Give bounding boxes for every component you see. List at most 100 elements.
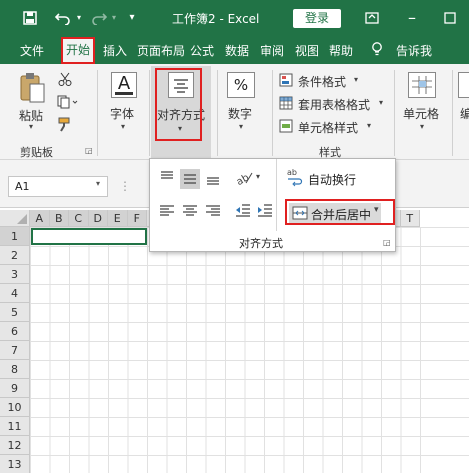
- row-header-1[interactable]: 1: [0, 227, 30, 246]
- row-header-10[interactable]: 10: [0, 398, 30, 417]
- login-button[interactable]: 登录: [293, 9, 341, 28]
- font-button[interactable]: A 字体 ▾: [106, 70, 142, 140]
- tab-page-layout[interactable]: 页面布局: [137, 42, 185, 59]
- alignment-highlight: [155, 68, 202, 141]
- alignment-panel-title: 对齐方式: [239, 237, 283, 250]
- wrap-text-button[interactable]: ab 自动换行: [286, 167, 376, 189]
- row-header-11[interactable]: 11: [0, 417, 30, 436]
- tab-insert[interactable]: 插入: [103, 42, 127, 59]
- wrap-text-label: 自动换行: [308, 173, 357, 187]
- format-as-table-label: 套用表格格式: [298, 98, 371, 112]
- paste-button[interactable]: 粘贴 ▾: [15, 72, 49, 131]
- column-header-f[interactable]: F: [127, 210, 147, 227]
- editing-label-partial: 编: [460, 107, 469, 121]
- column-header-e[interactable]: E: [108, 210, 128, 227]
- name-box[interactable]: A1: [8, 176, 108, 197]
- middle-align-icon[interactable]: [180, 169, 200, 189]
- editing-icon[interactable]: [458, 72, 469, 98]
- tab-view[interactable]: 视图: [295, 42, 319, 59]
- row-header-2[interactable]: 2: [0, 246, 30, 265]
- row-header-6[interactable]: 6: [0, 322, 30, 341]
- tell-me-search[interactable]: 告诉我: [396, 42, 432, 59]
- cells-label: 单元格: [403, 107, 440, 121]
- selected-range-a1[interactable]: [31, 228, 147, 245]
- number-label: 数字: [228, 107, 253, 121]
- tab-file[interactable]: 文件: [20, 42, 44, 59]
- maximize-icon[interactable]: [440, 8, 460, 28]
- cell-styles-icon: [279, 119, 293, 133]
- redo-dropdown-icon[interactable]: ▾: [109, 8, 119, 28]
- table-icon: [279, 96, 293, 110]
- row-header-9[interactable]: 9: [0, 379, 30, 398]
- bottom-align-icon[interactable]: [204, 169, 222, 187]
- ribbon-display-options-icon[interactable]: [362, 8, 382, 28]
- conditional-formatting-label: 条件格式: [298, 75, 347, 89]
- align-right-icon[interactable]: [204, 201, 222, 219]
- align-left-icon[interactable]: [158, 201, 176, 219]
- row-header-7[interactable]: 7: [0, 341, 30, 360]
- window-title: 工作簿2 - Excel: [172, 12, 260, 26]
- format-painter-icon[interactable]: [57, 117, 73, 136]
- row-header-8[interactable]: 8: [0, 360, 30, 379]
- tab-data[interactable]: 数据: [225, 42, 249, 59]
- copy-icon[interactable]: [57, 95, 79, 112]
- name-box-dropdown-icon[interactable]: ▾: [96, 179, 100, 188]
- format-as-table-button[interactable]: 套用表格格式 ▾: [279, 95, 389, 113]
- clipboard-launcher-icon[interactable]: ◲: [85, 146, 93, 155]
- cells-dropdown-icon: ▾: [420, 122, 425, 131]
- orientation-button[interactable]: ab ▾: [234, 169, 264, 188]
- align-center-horizontal-icon[interactable]: [181, 201, 199, 219]
- cells-button[interactable]: 单元格 ▾: [400, 70, 446, 140]
- tab-review[interactable]: 审阅: [260, 42, 284, 59]
- ribbon: 粘贴 ▾ 剪贴板 ◲ A 字体 ▾ 对齐方式 ▾ % 数字 ▾ 条件格式 ▾ 套…: [0, 64, 469, 160]
- conditional-formatting-icon: [279, 73, 293, 87]
- tab-formulas[interactable]: 公式: [190, 42, 214, 59]
- ribbon-tab-bar: 文件 开始 插入 页面布局 公式 数据 审阅 视图 帮助 告诉我: [0, 36, 469, 64]
- column-header-t[interactable]: T: [400, 210, 420, 227]
- number-format-button[interactable]: % 数字 ▾: [222, 70, 262, 140]
- row-header-12[interactable]: 12: [0, 436, 30, 455]
- tab-home[interactable]: 开始: [61, 37, 95, 64]
- row-header-5[interactable]: 5: [0, 303, 30, 322]
- cut-icon[interactable]: [58, 72, 72, 89]
- redo-icon[interactable]: [89, 8, 109, 28]
- save-icon[interactable]: [20, 8, 40, 28]
- undo-icon[interactable]: [52, 8, 74, 28]
- wrap-text-icon: ab: [287, 168, 303, 187]
- select-all-corner[interactable]: [0, 210, 30, 227]
- format-as-table-dropdown-icon: ▾: [379, 98, 384, 107]
- lightbulb-icon[interactable]: [371, 42, 383, 60]
- cell-styles-label: 单元格样式: [298, 121, 359, 135]
- row-header-13[interactable]: 13: [0, 455, 30, 473]
- tab-help[interactable]: 帮助: [329, 42, 353, 59]
- conditional-formatting-button[interactable]: 条件格式 ▾: [279, 72, 389, 90]
- column-header-d[interactable]: D: [88, 210, 108, 227]
- alignment-launcher-icon[interactable]: ◲: [383, 238, 391, 247]
- row-header-3[interactable]: 3: [0, 265, 30, 284]
- increase-indent-icon[interactable]: [256, 201, 274, 219]
- column-header-b[interactable]: B: [49, 210, 69, 227]
- formula-bar-splitter[interactable]: ⋮: [119, 176, 131, 197]
- column-header-a[interactable]: A: [30, 210, 50, 227]
- title-bar: ▾ ▾ ▾ 工作簿2 - Excel 登录 –: [0, 0, 469, 36]
- minimize-icon[interactable]: –: [402, 8, 422, 28]
- undo-dropdown-icon[interactable]: ▾: [74, 8, 84, 28]
- paste-dropdown-icon[interactable]: ▾: [29, 122, 33, 131]
- alignment-dropdown-panel: ab ▾ ab 自动换行 合并后居中 ▾ 对齐方式 ◲: [149, 158, 396, 252]
- column-header-c[interactable]: C: [69, 210, 89, 227]
- svg-text:ab: ab: [287, 168, 297, 177]
- font-label: 字体: [110, 107, 135, 121]
- row-header-4[interactable]: 4: [0, 284, 30, 303]
- top-align-icon[interactable]: [158, 169, 176, 187]
- customize-quick-access-icon[interactable]: ▾: [124, 8, 140, 28]
- clipboard-icon: [20, 73, 45, 103]
- decrease-indent-icon[interactable]: [234, 201, 252, 219]
- font-icon: A: [111, 72, 137, 98]
- cell-styles-button[interactable]: 单元格样式 ▾: [279, 118, 389, 136]
- number-dropdown-icon: ▾: [239, 122, 244, 131]
- conditional-formatting-dropdown-icon: ▾: [354, 75, 359, 84]
- percent-icon: %: [227, 72, 255, 98]
- cells-icon: [408, 72, 436, 98]
- merge-center-highlight: [285, 199, 395, 225]
- clipboard-group-label: 剪贴板: [20, 146, 53, 159]
